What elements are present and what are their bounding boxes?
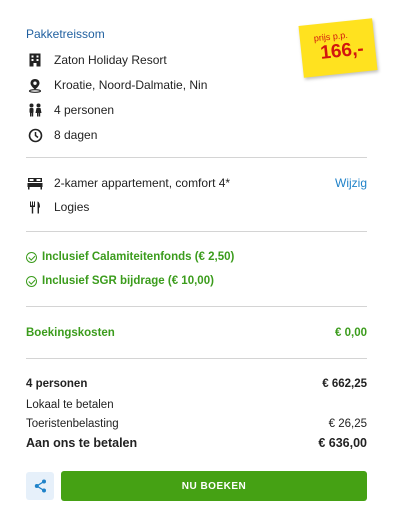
booking-costs-label: Boekingskosten	[26, 327, 115, 339]
tourist-tax-row: Toeristenbelasting € 26,25	[26, 418, 367, 430]
persons-total-row: 4 personen € 662,25	[26, 378, 367, 390]
local-payment-label: Lokaal te betalen	[26, 399, 114, 411]
location-row: Kroatie, Noord-Dalmatie, Nin	[26, 77, 207, 93]
inclusion-item: Inclusief SGR bijdrage (€ 10,00)	[26, 275, 214, 287]
duration-text: 8 dagen	[54, 128, 98, 142]
building-icon	[26, 52, 44, 68]
total-row: Aan ons te betalen € 636,00	[26, 436, 367, 450]
tourist-tax-value: € 26,25	[328, 418, 367, 430]
local-payment-row: Lokaal te betalen	[26, 399, 367, 411]
room-row: 2-kamer appartement, comfort 4*	[26, 175, 230, 191]
check-circle-icon	[26, 275, 37, 287]
clock-icon	[26, 127, 44, 143]
tourist-tax-label: Toeristenbelasting	[26, 418, 119, 430]
board-row: Logies	[26, 199, 89, 215]
package-type-title: Pakketreissom	[26, 27, 105, 41]
inclusion-item: Inclusief Calamiteitenfonds (€ 2,50)	[26, 251, 234, 263]
divider	[26, 157, 367, 158]
price-amount: 166,-	[319, 38, 365, 64]
duration-row: 8 dagen	[26, 127, 97, 143]
price-badge: prijs p.p. 166,-	[298, 18, 378, 78]
booking-costs-row: Boekingskosten € 0,00	[26, 327, 367, 339]
bed-icon	[26, 175, 44, 191]
inclusion-text: Inclusief SGR bijdrage (€ 10,00)	[42, 275, 214, 287]
book-now-button[interactable]: NU BOEKEN	[61, 471, 367, 501]
inclusion-text: Inclusief Calamiteitenfonds (€ 2,50)	[42, 251, 235, 263]
persons-total-label: 4 personen	[26, 378, 88, 390]
cutlery-icon	[26, 199, 44, 215]
persons-text: 4 personen	[54, 103, 115, 117]
share-button[interactable]	[26, 472, 54, 500]
board-type: Logies	[54, 200, 90, 214]
change-room-link[interactable]: Wijzig	[335, 176, 367, 190]
divider	[26, 358, 367, 359]
persons-row: 4 personen	[26, 102, 114, 118]
divider	[26, 231, 367, 232]
total-value: € 636,00	[318, 436, 367, 450]
room-type: 2-kamer appartement, comfort 4*	[54, 176, 231, 190]
booking-costs-value: € 0,00	[335, 327, 367, 339]
check-circle-icon	[26, 251, 37, 263]
divider	[26, 306, 367, 307]
location-text: Kroatie, Noord-Dalmatie, Nin	[54, 78, 208, 92]
total-label: Aan ons te betalen	[26, 436, 138, 450]
persons-total-value: € 662,25	[322, 378, 367, 390]
people-icon	[26, 102, 44, 118]
hotel-row: Zaton Holiday Resort	[26, 52, 167, 68]
share-icon	[34, 479, 46, 493]
hotel-name: Zaton Holiday Resort	[54, 53, 167, 67]
location-pin-icon	[26, 77, 44, 93]
